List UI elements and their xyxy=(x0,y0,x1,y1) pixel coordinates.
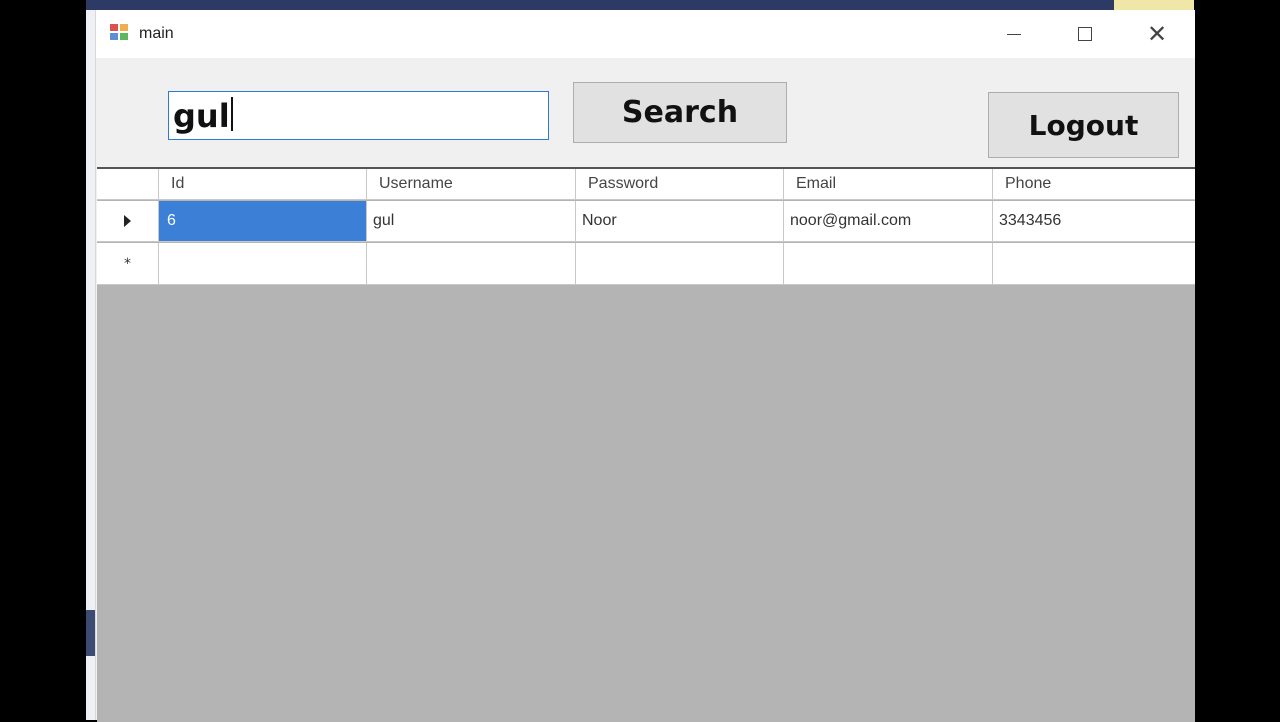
new-cell-username[interactable] xyxy=(367,243,576,285)
background-ide-tab xyxy=(1114,0,1194,10)
app-icon xyxy=(110,24,130,42)
row-header[interactable] xyxy=(97,201,159,242)
main-form-window: main ✕ gul Search Logout Id Username Pas… xyxy=(95,10,1195,722)
close-icon: ✕ xyxy=(1146,20,1168,48)
cell-id[interactable]: 6 xyxy=(159,201,367,242)
cell-username[interactable]: gul xyxy=(367,201,576,242)
text-caret xyxy=(230,97,233,131)
column-header-password[interactable]: Password xyxy=(576,169,784,200)
search-button[interactable]: Search xyxy=(573,82,787,143)
column-header-email[interactable]: Email xyxy=(784,169,993,200)
table-row[interactable]: 6 gul Noor noor@gmail.com 3343456 xyxy=(97,201,1195,242)
minimize-icon xyxy=(1007,33,1021,35)
new-cell-email[interactable] xyxy=(784,243,993,285)
new-row-marker-icon: * xyxy=(124,255,131,272)
column-header-id[interactable]: Id xyxy=(159,169,367,200)
new-row[interactable]: * xyxy=(97,243,1195,285)
users-data-grid[interactable]: Id Username Password Email Phone 6 gul N… xyxy=(97,167,1195,722)
background-ide-titlebar xyxy=(86,0,1194,10)
window-title: main xyxy=(139,25,174,42)
new-cell-id[interactable] xyxy=(159,243,367,285)
new-cell-phone[interactable] xyxy=(993,243,1195,285)
current-row-arrow-icon xyxy=(124,215,131,227)
titlebar[interactable]: main ✕ xyxy=(96,10,1195,58)
logout-button[interactable]: Logout xyxy=(988,92,1179,158)
column-header-username[interactable]: Username xyxy=(367,169,576,200)
search-input-value: gul xyxy=(173,97,230,135)
maximize-icon xyxy=(1078,27,1092,41)
minimize-button[interactable] xyxy=(978,10,1050,58)
cell-email[interactable]: noor@gmail.com xyxy=(784,201,993,242)
cell-password[interactable]: Noor xyxy=(576,201,784,242)
new-row-header[interactable]: * xyxy=(97,243,159,285)
cell-phone[interactable]: 3343456 xyxy=(993,201,1195,242)
close-button[interactable]: ✕ xyxy=(1121,10,1193,58)
search-input[interactable]: gul xyxy=(168,91,549,140)
maximize-button[interactable] xyxy=(1049,10,1121,58)
column-header-phone[interactable]: Phone xyxy=(993,169,1195,200)
new-cell-password[interactable] xyxy=(576,243,784,285)
row-header-corner[interactable] xyxy=(97,169,159,200)
grid-header-row: Id Username Password Email Phone xyxy=(97,169,1195,200)
